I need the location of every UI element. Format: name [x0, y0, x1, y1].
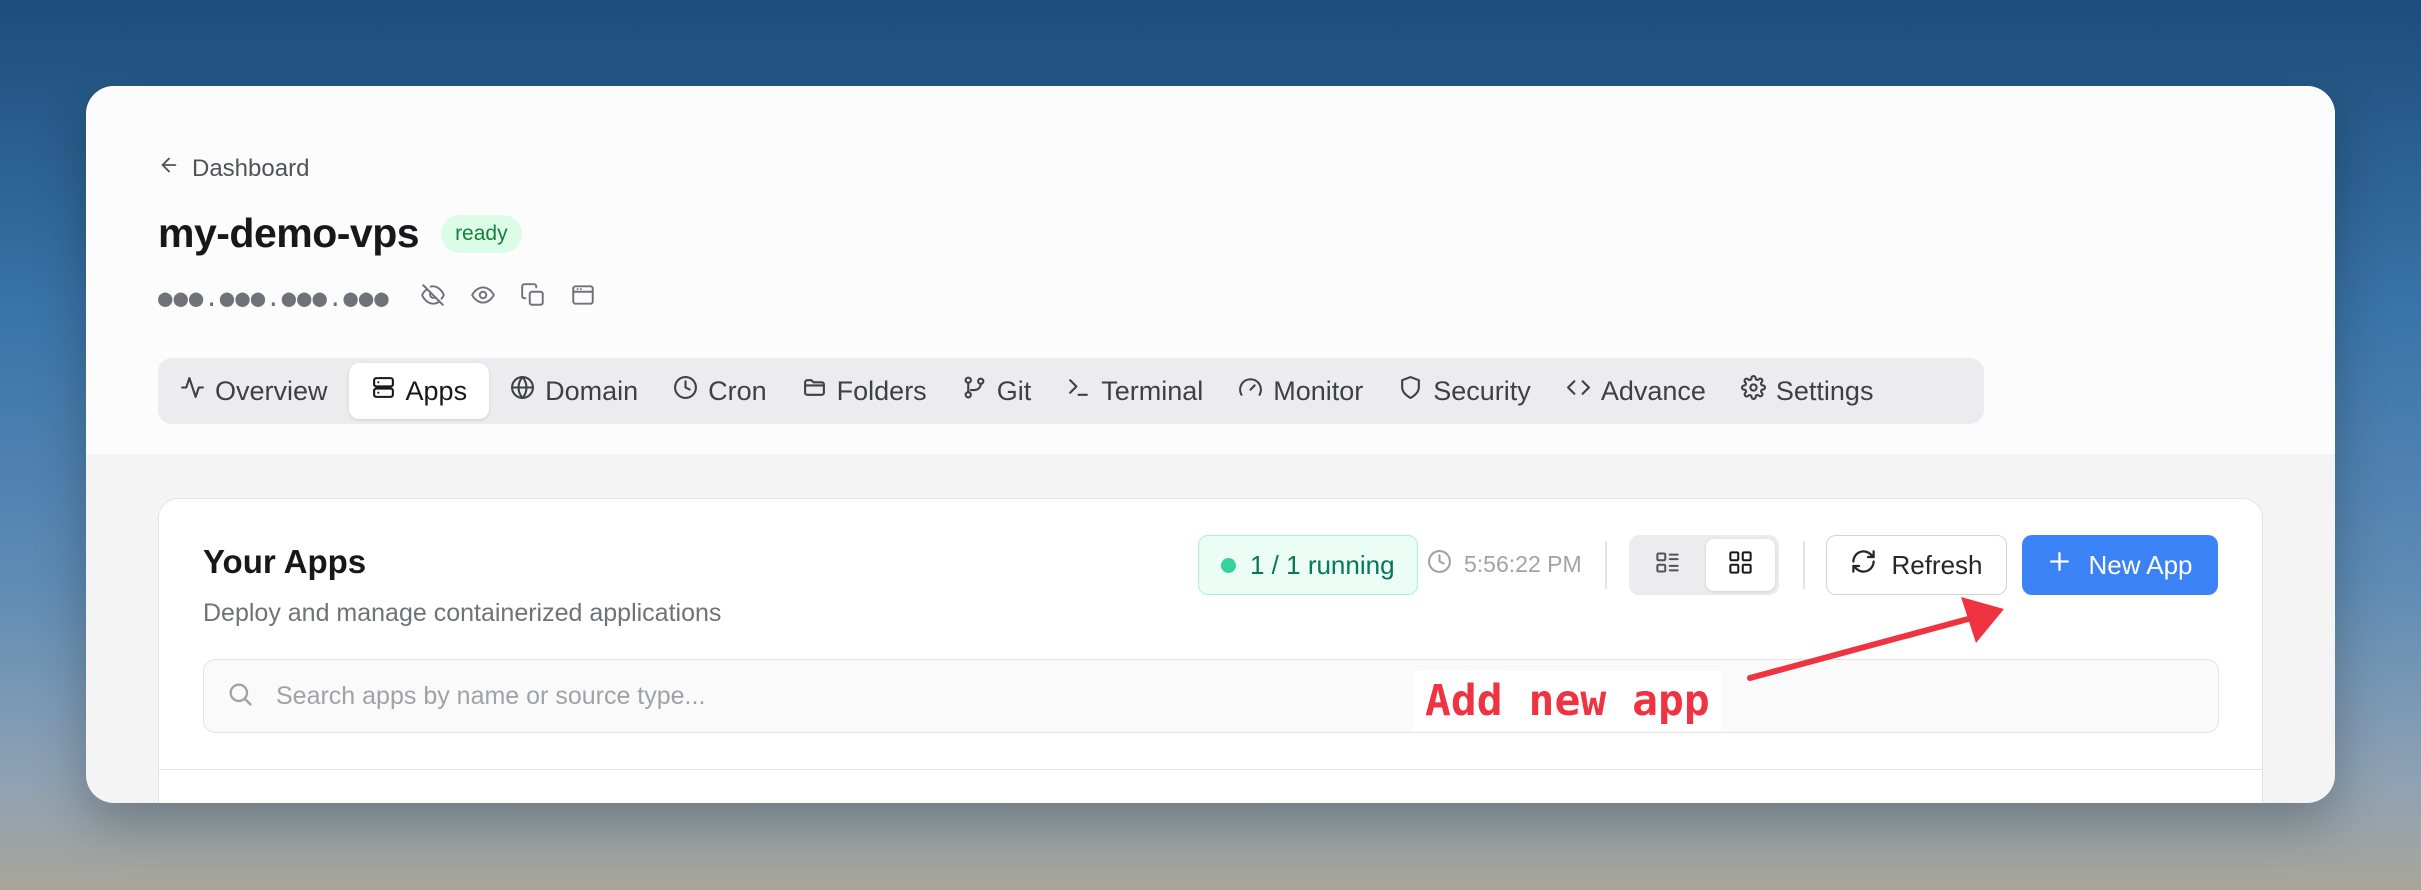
tab-label: Security [1433, 375, 1531, 406]
panel-subtitle: Deploy and manage containerized applicat… [203, 599, 722, 627]
tab-git[interactable]: Git [948, 363, 1046, 419]
apps-panel: Your Apps Deploy and manage containerize… [158, 498, 2263, 803]
server-header: Dashboard my-demo-vps ready ●●●.●●●.●●●.… [86, 86, 2335, 454]
ip-address-row: ●●●.●●●.●●●.●●● [158, 282, 596, 313]
tab-terminal[interactable]: Terminal [1052, 363, 1217, 419]
list-view-icon [1654, 549, 1681, 581]
status-dot-icon [1221, 557, 1236, 573]
list-view-button[interactable] [1633, 539, 1702, 591]
running-count: 1 / 1 running [1250, 549, 1395, 580]
annotation-label: Add new app [1413, 671, 1722, 731]
server-detail-window: Dashboard my-demo-vps ready ●●●.●●●.●●●.… [86, 86, 2335, 803]
tab-overview[interactable]: Overview [166, 363, 342, 419]
eye-icon[interactable] [470, 282, 496, 313]
new-app-button[interactable]: New App [2022, 535, 2218, 595]
gear-icon [1740, 375, 1766, 407]
search-icon [226, 680, 254, 713]
tab-label: Advance [1600, 375, 1706, 406]
tab-label: Folders [836, 375, 927, 406]
tab-label: Settings [1775, 375, 1874, 406]
tab-apps[interactable]: Apps [348, 363, 490, 419]
tab-label: Apps [405, 375, 468, 406]
tab-monitor[interactable]: Monitor [1224, 363, 1377, 419]
browser-window-icon[interactable] [570, 282, 596, 313]
new-app-label: New App [2088, 549, 2193, 580]
last-updated: 5:56:22 PM [1427, 549, 1582, 580]
clock-icon [1427, 549, 1452, 580]
tab-label: Domain [545, 375, 639, 406]
activity-icon [180, 375, 205, 407]
back-to-dashboard-link[interactable]: Dashboard [158, 154, 309, 183]
arrow-left-icon [158, 154, 180, 183]
back-link-label: Dashboard [192, 154, 310, 182]
shield-icon [1398, 375, 1423, 407]
view-mode-toggle [1629, 535, 1779, 595]
refresh-icon [1850, 548, 1877, 582]
tab-label: Git [996, 375, 1032, 406]
tab-folders[interactable]: Folders [788, 363, 941, 419]
plus-icon [2047, 549, 2072, 581]
last-updated-time: 5:56:22 PM [1464, 551, 1582, 577]
running-status-badge: 1 / 1 running [1198, 535, 1418, 595]
server-tabs: Overview Apps Domain Cron Folders Git Te… [158, 358, 1984, 424]
folder-icon [802, 375, 827, 407]
tab-domain[interactable]: Domain [496, 363, 652, 419]
masked-ip-address: ●●●.●●●.●●●.●●● [158, 283, 390, 312]
status-badge: ready [441, 214, 522, 253]
clock-icon [673, 375, 698, 407]
tab-label: Monitor [1273, 375, 1364, 406]
eye-off-icon[interactable] [420, 282, 446, 313]
search-bar [203, 659, 2219, 733]
refresh-button[interactable]: Refresh [1826, 535, 2007, 595]
panel-title: Your Apps [203, 543, 367, 580]
tab-label: Overview [215, 375, 328, 406]
divider [1803, 541, 1805, 589]
copy-icon[interactable] [520, 282, 546, 313]
tab-label: Terminal [1101, 375, 1204, 406]
gauge-icon [1238, 375, 1263, 407]
server-icon [371, 375, 396, 407]
server-name: my-demo-vps [158, 210, 420, 256]
tab-advance[interactable]: Advance [1552, 363, 1720, 419]
tab-security[interactable]: Security [1384, 363, 1545, 419]
divider [1605, 541, 1607, 589]
terminal-icon [1066, 375, 1091, 407]
grid-view-icon [1727, 549, 1754, 581]
tab-label: Cron [708, 375, 767, 406]
code-icon [1566, 375, 1591, 407]
git-branch-icon [962, 375, 987, 407]
divider [159, 769, 2262, 770]
globe-icon [510, 375, 535, 407]
tab-settings[interactable]: Settings [1727, 363, 1888, 419]
grid-view-button[interactable] [1706, 539, 1775, 591]
refresh-label: Refresh [1891, 549, 1983, 580]
tab-cron[interactable]: Cron [659, 363, 781, 419]
